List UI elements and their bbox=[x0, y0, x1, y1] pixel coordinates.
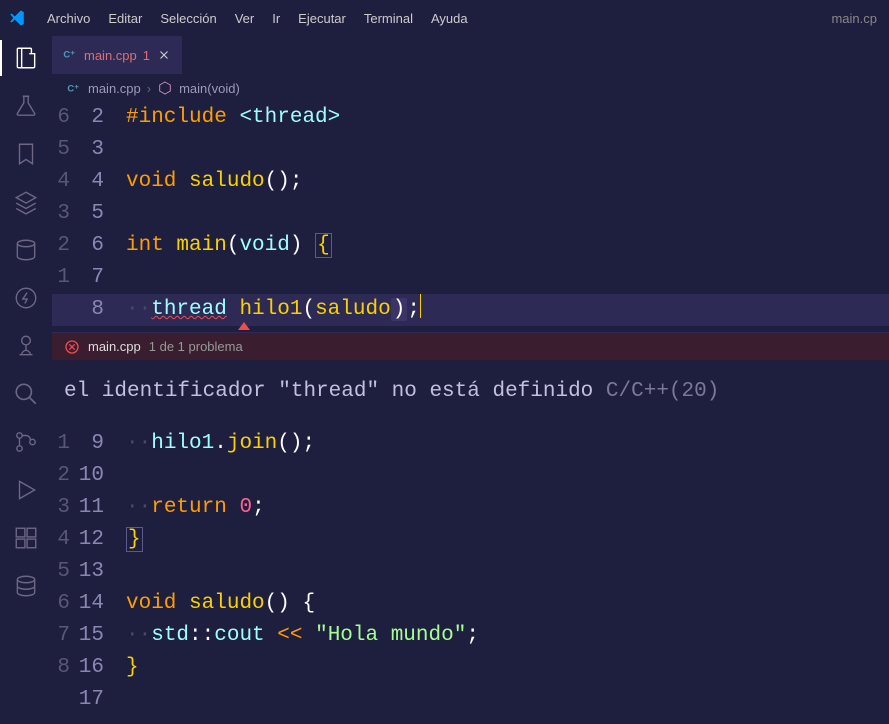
search-icon[interactable] bbox=[12, 380, 40, 408]
tree-icon[interactable] bbox=[12, 332, 40, 360]
gutter-rel: 3 bbox=[52, 492, 78, 524]
cpp-file-icon: C⁺ bbox=[62, 46, 78, 65]
debug-icon[interactable] bbox=[12, 476, 40, 504]
gutter-abs: 11 bbox=[78, 492, 126, 524]
gutter-abs: 8 bbox=[78, 294, 126, 326]
menu-ayuda[interactable]: Ayuda bbox=[422, 5, 477, 32]
database2-icon[interactable] bbox=[12, 572, 40, 600]
problems-count: 1 de 1 problema bbox=[149, 331, 243, 363]
activity-bar bbox=[0, 36, 52, 724]
tab-problems-badge: 1 bbox=[143, 48, 150, 63]
gutter-rel: 6 bbox=[52, 588, 78, 620]
gutter-rel: 5 bbox=[52, 134, 78, 166]
breadcrumb[interactable]: C⁺ main.cpp › main(void) bbox=[52, 74, 889, 102]
code-editor[interactable]: 6 2 #include <thread> 5 3 4 4 void salud… bbox=[52, 102, 889, 724]
problems-file: main.cpp bbox=[88, 331, 141, 363]
error-marker-icon bbox=[52, 326, 889, 332]
gutter-abs: 6 bbox=[78, 230, 126, 262]
gutter-rel: 6 bbox=[52, 102, 78, 134]
breadcrumb-symbol[interactable]: main(void) bbox=[179, 81, 240, 96]
gutter-rel: 3 bbox=[52, 198, 78, 230]
titlebar: Archivo Editar Selección Ver Ir Ejecutar… bbox=[0, 0, 889, 36]
cpp-file-icon: C⁺ bbox=[66, 80, 82, 96]
gutter-rel: 4 bbox=[52, 166, 78, 198]
menu-ejecutar[interactable]: Ejecutar bbox=[289, 5, 355, 32]
problems-message: el identificador "thread" no está defini… bbox=[52, 360, 889, 428]
gutter-rel: 1 bbox=[52, 428, 78, 460]
gutter-abs: 14 bbox=[78, 588, 126, 620]
layers-icon[interactable] bbox=[12, 188, 40, 216]
database-icon[interactable] bbox=[12, 236, 40, 264]
gutter-rel: 2 bbox=[52, 460, 78, 492]
menu-ir[interactable]: Ir bbox=[263, 5, 289, 32]
problems-header[interactable]: main.cpp 1 de 1 problema bbox=[52, 332, 889, 360]
menu-terminal[interactable]: Terminal bbox=[355, 5, 422, 32]
close-icon[interactable] bbox=[156, 47, 172, 63]
gutter-abs: 5 bbox=[78, 198, 126, 230]
gutter-abs: 12 bbox=[78, 524, 126, 556]
bookmark-icon[interactable] bbox=[12, 140, 40, 168]
gutter-rel: 8 bbox=[52, 652, 78, 684]
gutter-rel: 2 bbox=[52, 230, 78, 262]
gutter-abs: 17 bbox=[78, 684, 126, 716]
menu-seleccion[interactable]: Selección bbox=[151, 5, 225, 32]
gutter-rel: 1 bbox=[52, 262, 78, 294]
extensions-icon[interactable] bbox=[12, 524, 40, 552]
source-control-icon[interactable] bbox=[12, 428, 40, 456]
svg-text:C⁺: C⁺ bbox=[63, 49, 75, 59]
gutter-abs: 13 bbox=[78, 556, 126, 588]
gutter-rel: 7 bbox=[52, 620, 78, 652]
chevron-right-icon: › bbox=[147, 81, 151, 96]
flask-icon[interactable] bbox=[12, 92, 40, 120]
titlebar-filename: main.cp bbox=[831, 11, 881, 26]
tab-name: main.cpp bbox=[84, 48, 137, 63]
menu-editar[interactable]: Editar bbox=[99, 5, 151, 32]
gutter-abs: 3 bbox=[78, 134, 126, 166]
vscode-logo-icon bbox=[8, 9, 26, 27]
gutter-abs: 15 bbox=[78, 620, 126, 652]
gutter-abs: 2 bbox=[78, 102, 126, 134]
explorer-icon[interactable] bbox=[12, 44, 40, 72]
gutter-abs: 10 bbox=[78, 460, 126, 492]
menu-bar: Archivo Editar Selección Ver Ir Ejecutar… bbox=[38, 5, 477, 32]
gutter-abs: 7 bbox=[78, 262, 126, 294]
breadcrumb-file[interactable]: main.cpp bbox=[88, 81, 141, 96]
menu-ver[interactable]: Ver bbox=[226, 5, 264, 32]
gutter-abs: 4 bbox=[78, 166, 126, 198]
gutter-rel: 5 bbox=[52, 556, 78, 588]
tab-bar: C⁺ main.cpp 1 bbox=[52, 36, 889, 74]
menu-archivo[interactable]: Archivo bbox=[38, 5, 99, 32]
bolt-icon[interactable] bbox=[12, 284, 40, 312]
gutter-rel: 4 bbox=[52, 524, 78, 556]
svg-text:C⁺: C⁺ bbox=[67, 83, 79, 93]
gutter-abs: 9 bbox=[78, 428, 126, 460]
symbol-method-icon bbox=[157, 80, 173, 96]
error-icon bbox=[64, 339, 80, 355]
tab-main-cpp[interactable]: C⁺ main.cpp 1 bbox=[52, 36, 183, 74]
gutter-abs: 16 bbox=[78, 652, 126, 684]
